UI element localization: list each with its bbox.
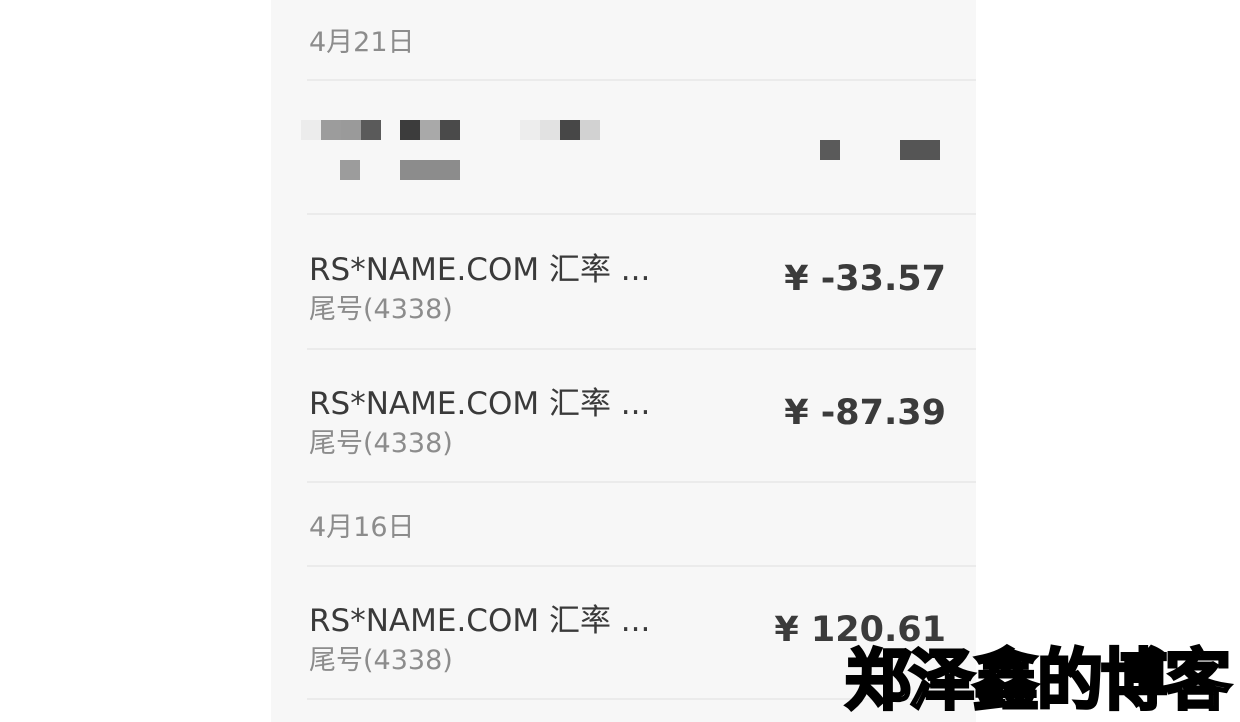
transaction-row[interactable]: RS*NAME.COM 汇率 ... 尾号(4338) ¥ -87.39 <box>271 350 976 480</box>
redacted-block <box>560 120 580 140</box>
transaction-card: 尾号(4338) <box>309 428 453 459</box>
transaction-amount: ¥ -87.39 <box>784 393 946 433</box>
redacted-block <box>440 120 460 140</box>
redacted-block <box>820 140 840 160</box>
date-header-apr16: 4月16日 <box>309 512 415 543</box>
transaction-row[interactable]: RS*NAME.COM 汇率 ... 尾号(4338) ¥ -33.57 <box>271 215 976 347</box>
redacted-block <box>361 120 381 140</box>
transaction-card: 尾号(4338) <box>309 294 453 325</box>
redacted-block <box>301 120 321 140</box>
redacted-block <box>540 120 560 140</box>
redacted-transaction-row[interactable] <box>271 81 976 213</box>
redacted-block <box>341 120 361 140</box>
transaction-merchant: RS*NAME.COM 汇率 ... <box>309 252 651 288</box>
divider <box>307 481 976 483</box>
redacted-block <box>340 160 360 180</box>
redacted-block <box>420 120 440 140</box>
redacted-block <box>900 140 940 160</box>
redacted-block <box>400 160 460 180</box>
redacted-block <box>321 120 341 140</box>
date-header-apr21: 4月21日 <box>309 27 415 58</box>
transaction-merchant: RS*NAME.COM 汇率 ... <box>309 386 651 422</box>
redacted-block <box>400 120 420 140</box>
redacted-block <box>520 120 540 140</box>
transaction-list: 4月21日 RS*NAME.COM 汇率 ... 尾号(4338) ¥ -33.… <box>271 0 976 722</box>
transaction-merchant: RS*NAME.COM 汇率 ... <box>309 603 651 639</box>
redacted-block <box>580 120 600 140</box>
transaction-card: 尾号(4338) <box>309 645 453 676</box>
watermark-text: 郑泽鑫的博客 <box>844 641 1233 721</box>
transaction-amount: ¥ -33.57 <box>784 259 946 299</box>
